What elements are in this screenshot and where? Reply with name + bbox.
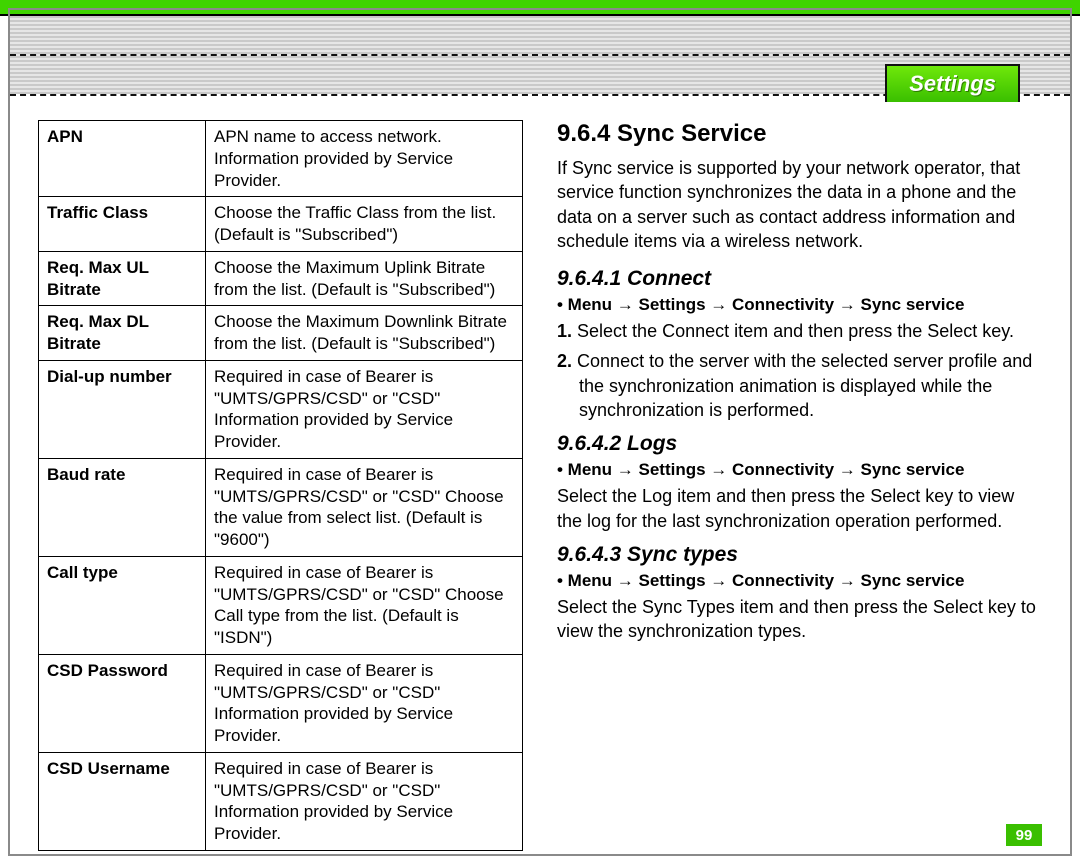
subsection-body: Select the Log item and then press the S… <box>557 484 1042 533</box>
cell-desc: Required in case of Bearer is "UMTS/GPRS… <box>206 556 523 654</box>
subsection-title: 9.6.4.1 Connect <box>557 267 1042 291</box>
menu-breadcrumb: • Menu → Settings → Connectivity → Sync … <box>557 460 1042 480</box>
settings-table: APNAPN name to access network. Informati… <box>38 120 523 851</box>
table-row: Traffic ClassChoose the Traffic Class fr… <box>39 197 523 252</box>
menu-breadcrumb: • Menu → Settings → Connectivity → Sync … <box>557 571 1042 591</box>
cell-label: Dial-up number <box>39 360 206 458</box>
section-tab: Settings <box>885 64 1020 102</box>
subsection-connect: 9.6.4.1 Connect • Menu → Settings → Conn… <box>557 267 1042 422</box>
section-intro: If Sync service is supported by your net… <box>557 156 1042 253</box>
subsection-title: 9.6.4.2 Logs <box>557 432 1042 456</box>
cell-desc: Required in case of Bearer is "UMTS/GPRS… <box>206 752 523 850</box>
cell-label: CSD Password <box>39 654 206 752</box>
steps-list: 1. Select the Connect item and then pres… <box>557 319 1042 422</box>
subsection-title: 9.6.4.3 Sync types <box>557 543 1042 567</box>
table-row: CSD PasswordRequired in case of Bearer i… <box>39 654 523 752</box>
manual-page: Settings APNAPN name to access network. … <box>0 0 1080 864</box>
cell-desc: Required in case of Bearer is "UMTS/GPRS… <box>206 458 523 556</box>
left-column: APNAPN name to access network. Informati… <box>38 120 523 834</box>
content-area: APNAPN name to access network. Informati… <box>38 120 1042 834</box>
subsection-sync-types: 9.6.4.3 Sync types • Menu → Settings → C… <box>557 543 1042 644</box>
table-row: Dial-up numberRequired in case of Bearer… <box>39 360 523 458</box>
cell-label: Baud rate <box>39 458 206 556</box>
menu-breadcrumb: • Menu → Settings → Connectivity → Sync … <box>557 295 1042 315</box>
section-heading: 9.6.4 Sync Service <box>557 120 1042 148</box>
table-row: Req. Max DL BitrateChoose the Maximum Do… <box>39 306 523 361</box>
cell-label: CSD Username <box>39 752 206 850</box>
table-row: Baud rateRequired in case of Bearer is "… <box>39 458 523 556</box>
page-number: 99 <box>1016 827 1033 844</box>
cell-desc: Choose the Maximum Uplink Bitrate from t… <box>206 251 523 306</box>
step-text: Connect to the server with the selected … <box>577 351 1032 420</box>
step-item: 1. Select the Connect item and then pres… <box>557 319 1042 343</box>
step-item: 2. Connect to the server with the select… <box>557 349 1042 422</box>
table-row: CSD UsernameRequired in case of Bearer i… <box>39 752 523 850</box>
cell-desc: Choose the Maximum Downlink Bitrate from… <box>206 306 523 361</box>
subsection-body: Select the Sync Types item and then pres… <box>557 595 1042 644</box>
cell-label: Req. Max UL Bitrate <box>39 251 206 306</box>
step-text: Select the Connect item and then press t… <box>577 321 1014 341</box>
section-tab-label: Settings <box>909 71 996 97</box>
table-row: APNAPN name to access network. Informati… <box>39 121 523 197</box>
right-column: 9.6.4 Sync Service If Sync service is su… <box>557 120 1042 834</box>
page-number-badge: 99 <box>1006 824 1042 846</box>
cell-desc: Choose the Traffic Class from the list. … <box>206 197 523 252</box>
cell-label: Call type <box>39 556 206 654</box>
cell-label: Req. Max DL Bitrate <box>39 306 206 361</box>
cell-label: APN <box>39 121 206 197</box>
cell-desc: Required in case of Bearer is "UMTS/GPRS… <box>206 654 523 752</box>
table-row: Req. Max UL BitrateChoose the Maximum Up… <box>39 251 523 306</box>
cell-label: Traffic Class <box>39 197 206 252</box>
cell-desc: Required in case of Bearer is "UMTS/GPRS… <box>206 360 523 458</box>
cell-desc: APN name to access network. Information … <box>206 121 523 197</box>
table-row: Call typeRequired in case of Bearer is "… <box>39 556 523 654</box>
subsection-logs: 9.6.4.2 Logs • Menu → Settings → Connect… <box>557 432 1042 533</box>
